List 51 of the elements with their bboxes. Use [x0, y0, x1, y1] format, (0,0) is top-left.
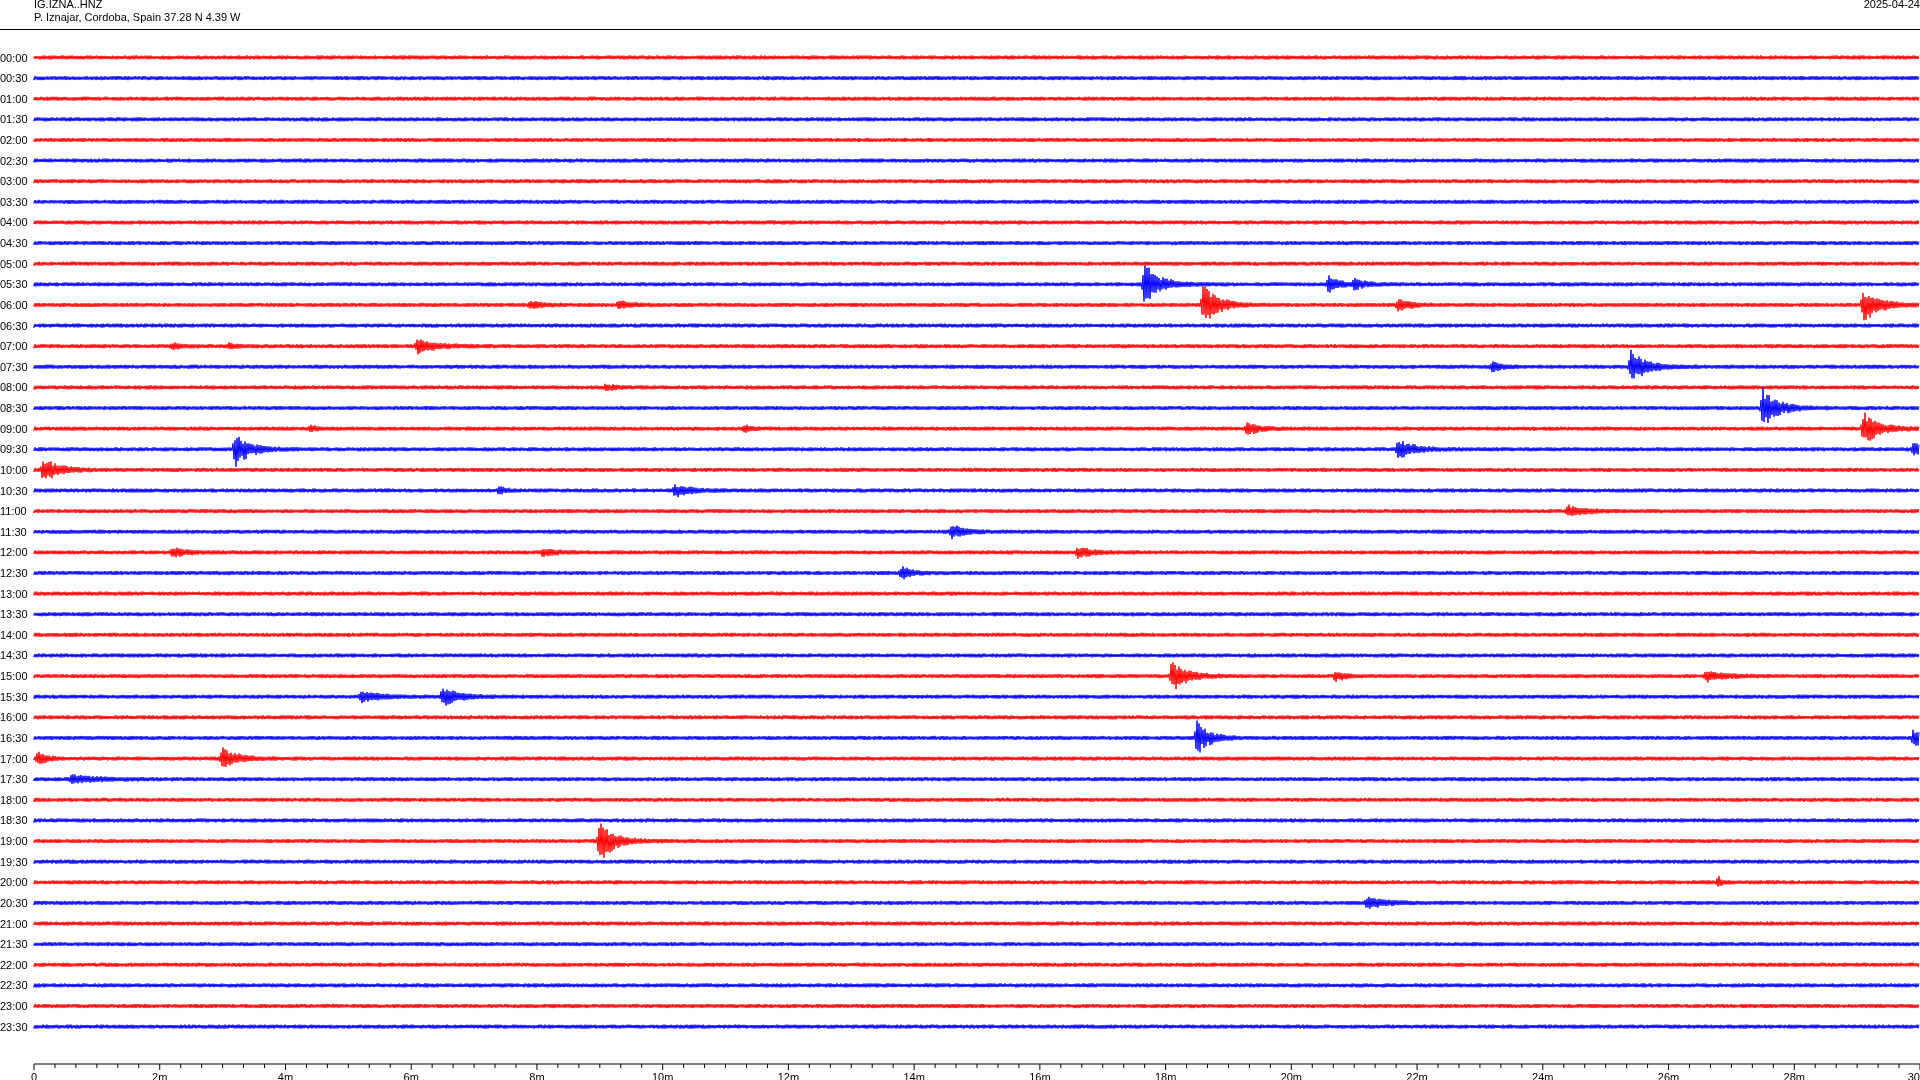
row-time-label: 08:00 [0, 381, 28, 394]
row-time-label: 15:30 [0, 690, 28, 703]
row-time-label: 03:30 [0, 195, 28, 208]
row-time-label: 09:00 [0, 422, 28, 435]
row-time-label: 07:00 [0, 340, 28, 353]
row-time-label: 03:00 [0, 175, 28, 188]
row-time-label: 17:00 [0, 752, 28, 765]
row-time-label: 18:00 [0, 793, 28, 806]
row-time-label: 13:00 [0, 587, 28, 600]
row-time-label: 12:00 [0, 546, 28, 559]
row-time-label: 15:00 [0, 670, 28, 683]
row-time-label: 14:00 [0, 628, 28, 641]
row-time-label: 01:30 [0, 113, 28, 126]
row-time-label: 21:30 [0, 938, 28, 951]
row-time-label: 11:00 [0, 505, 27, 518]
row-time-label: 22:00 [0, 958, 28, 971]
row-time-label: 00:00 [0, 51, 28, 64]
row-time-label: 12:30 [0, 567, 28, 579]
row-time-label: 10:30 [0, 484, 28, 497]
row-time-label: 05:00 [0, 257, 28, 270]
row-time-label: 13:30 [0, 608, 28, 621]
row-time-label: 04:00 [0, 216, 28, 229]
row-time-label: 17:30 [0, 773, 28, 786]
row-time-label: 02:00 [0, 134, 28, 146]
row-time-label: 06:30 [0, 319, 28, 332]
row-time-label: 05:30 [0, 278, 28, 291]
row-time-label: 16:30 [0, 731, 28, 744]
row-time-label: 00:30 [0, 72, 28, 85]
row-time-label: 09:30 [0, 443, 28, 456]
row-time-label: 22:30 [0, 979, 28, 992]
station-location: P. Iznajar, Cordoba, Spain 37.28 N 4.39 W [34, 11, 241, 24]
row-time-label: 02:30 [0, 154, 28, 167]
row-time-label: 04:30 [0, 237, 28, 250]
row-time-label: 16:00 [0, 711, 28, 724]
row-time-label: 20:00 [0, 876, 28, 889]
row-time-label: 23:30 [0, 1020, 28, 1033]
row-time-label: 21:00 [0, 917, 28, 930]
row-time-label: 06:00 [0, 298, 28, 311]
row-time-label: 07:30 [0, 360, 28, 373]
row-time-label: 18:30 [0, 814, 28, 827]
row-time-label: 19:30 [0, 855, 28, 868]
row-time-label: 19:00 [0, 835, 28, 848]
row-time-label: 11:30 [0, 525, 27, 538]
row-time-label: 23:00 [0, 1000, 28, 1012]
row-time-label: 10:00 [0, 463, 28, 476]
station-code: IG.IZNA..HNZ [34, 0, 104, 11]
date-label: 2025-04-24 [1863, 0, 1920, 12]
row-time-label: 20:30 [0, 896, 28, 909]
row-time-label: 08:30 [0, 402, 28, 415]
row-time-label: 14:30 [0, 649, 28, 662]
row-time-label: 01:00 [0, 92, 28, 105]
